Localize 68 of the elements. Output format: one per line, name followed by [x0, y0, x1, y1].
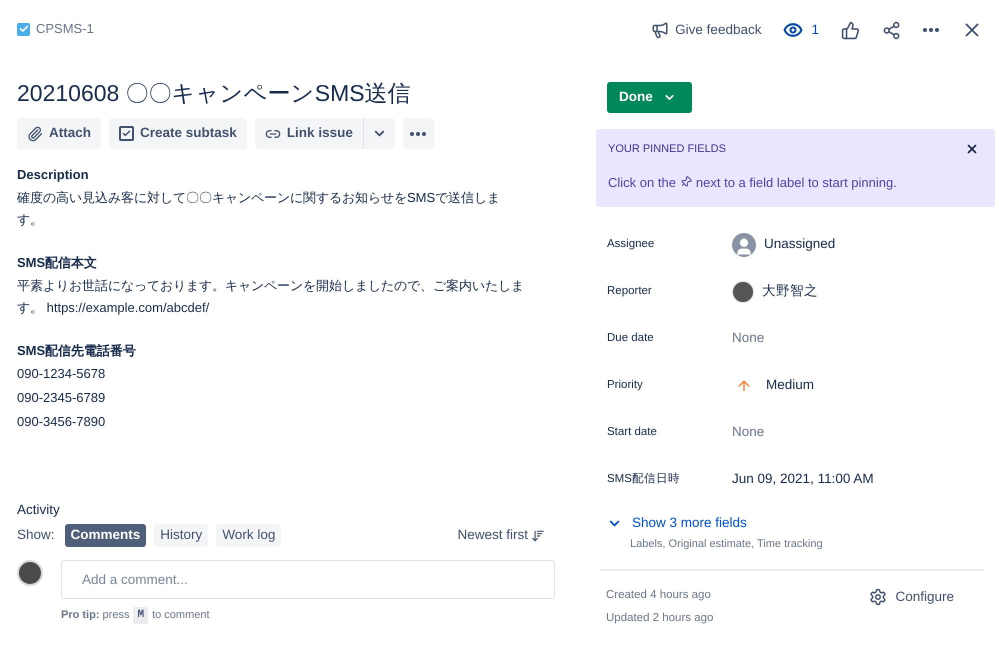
section-text: 090-3456-7890 — [17, 413, 106, 431]
field-label: Priority — [607, 378, 644, 393]
keyboard-key: M — [133, 607, 148, 624]
task-checkbox-icon — [17, 22, 30, 36]
more-icon — [923, 28, 939, 32]
pro-tip-text: Pro tip: press — [61, 608, 130, 623]
field-label: Due date — [607, 330, 655, 346]
attach-button[interactable]: Attach — [17, 118, 102, 149]
field-value: 大野智之 — [762, 282, 818, 300]
more-fields-hint: Labels, Original estimate, Time tracking — [630, 537, 824, 552]
field-value: None — [732, 424, 764, 440]
updated-timestamp: Updated 2 hours ago — [606, 611, 714, 626]
section-heading: Description — [17, 166, 90, 184]
field-label: SMS配信日時 — [607, 472, 681, 487]
settings-icon — [869, 588, 888, 606]
close-button[interactable] — [965, 142, 979, 156]
more-button[interactable] — [923, 28, 939, 32]
thumbs-up-icon — [841, 20, 860, 40]
show-more-fields-link[interactable]: Show 3 more fields — [607, 513, 747, 534]
field-value: Medium — [766, 376, 814, 394]
status-dropdown[interactable]: Done — [607, 82, 692, 113]
section-text: 090-2345-6789 — [17, 389, 106, 407]
activity-filter-tab[interactable]: History — [154, 524, 208, 547]
more-button[interactable] — [402, 118, 434, 149]
section-text: 確度の高い見込み客に対して〇〇キャンペーンに関するお知らせをSMSで送信します。 — [17, 189, 502, 229]
pinned-hint-text: next to a field label to start pinning. — [696, 174, 897, 192]
section-heading: SMS配信先電話番号 — [17, 342, 138, 360]
field-label: Reporter — [607, 284, 653, 299]
section-text: 平素よりお世話になっております。キャンペーンを開始しましたので、ご案内いたします。 https://example.com/abcdef/ — [17, 277, 525, 317]
create-subtask-button[interactable]: Create subtask — [109, 118, 247, 149]
field-value: Jun 09, 2021, 11:00 AM — [732, 471, 874, 486]
created-timestamp: Created 4 hours ago — [606, 588, 712, 603]
user-avatar — [17, 560, 43, 586]
sort-icon — [531, 528, 545, 542]
share-button[interactable] — [882, 20, 901, 40]
watch-button[interactable]: 1 — [783, 20, 819, 40]
unassigned-avatar-icon — [732, 232, 756, 256]
pinned-fields-title: YOUR PINNED FIELDS — [608, 142, 726, 157]
activity-filter-tab[interactable]: Comments — [64, 524, 146, 547]
subtask-icon — [119, 126, 134, 141]
megaphone-icon — [651, 21, 670, 39]
sort-button[interactable]: Newest first — [457, 525, 545, 546]
arrow-up-icon — [736, 378, 752, 394]
activity-heading: Activity — [17, 501, 61, 519]
activity-filter-tab[interactable]: Work log — [216, 524, 282, 547]
share-icon — [882, 20, 901, 40]
section-heading: SMS配信本文 — [17, 254, 98, 272]
paperclip-icon — [27, 126, 43, 142]
like-button[interactable] — [841, 20, 860, 40]
user-avatar — [732, 280, 754, 302]
field-value: Unassigned — [764, 235, 836, 254]
issue-key-link[interactable]: CPSMS-1 — [36, 19, 94, 39]
pinned-hint-text: Click on the — [608, 174, 676, 192]
close-icon — [965, 142, 979, 156]
comment-input[interactable]: Add a comment... — [61, 560, 555, 599]
field-label: Start date — [607, 424, 658, 440]
field-label: Assignee — [607, 236, 656, 252]
configure-button[interactable]: Configure — [869, 586, 954, 607]
link-issue-button[interactable]: Link issue — [254, 118, 364, 149]
eye-icon — [783, 20, 804, 40]
link-dropdown-button[interactable] — [364, 118, 395, 149]
issue-title: 20210608 〇〇キャンペーンSMS送信 — [17, 79, 412, 108]
field-value: None — [732, 330, 764, 346]
pro-tip-text: to comment — [152, 608, 210, 623]
section-text: 090-1234-5678 — [17, 365, 106, 383]
show-label: Show: — [17, 526, 55, 544]
give-feedback-button[interactable]: Give feedback — [651, 20, 762, 40]
more-icon — [410, 132, 426, 136]
